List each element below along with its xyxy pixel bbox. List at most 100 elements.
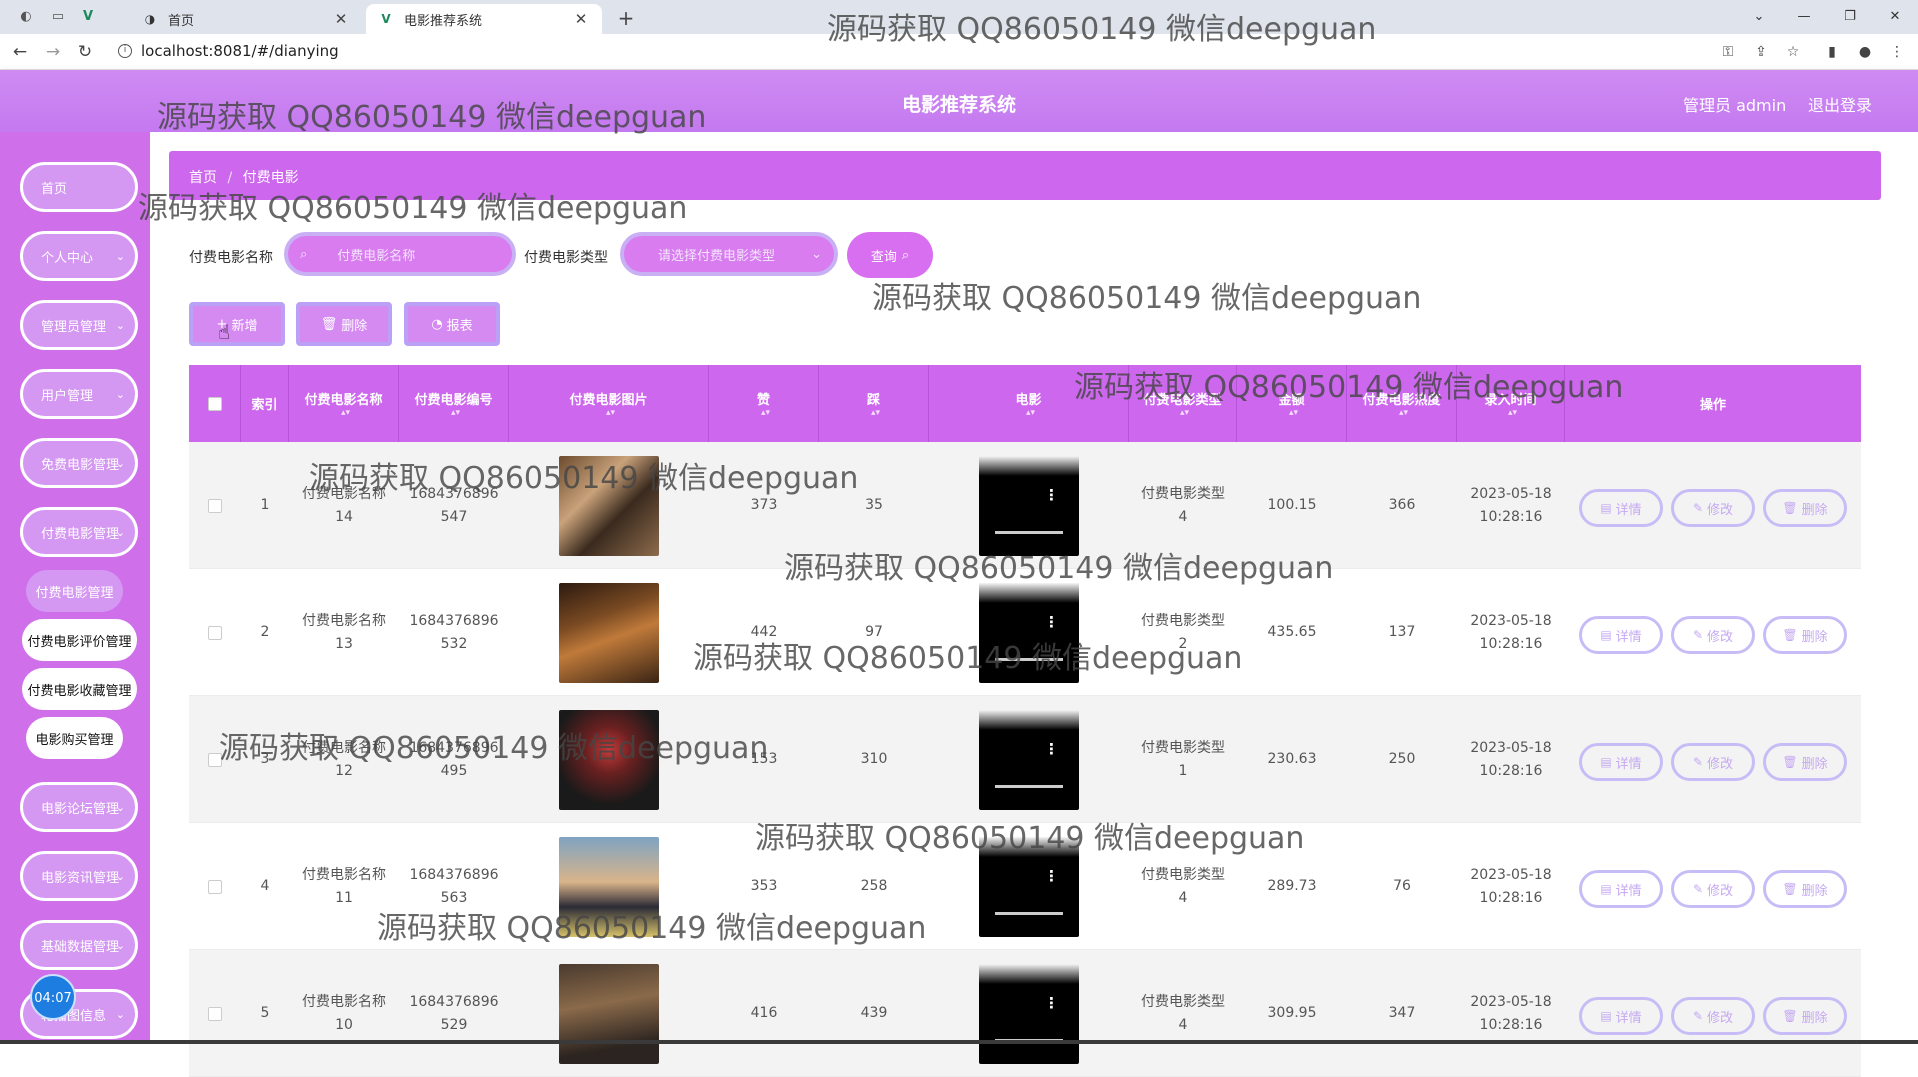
sort-icon[interactable]: ▴▾ [761,408,770,418]
more-options-icon[interactable]: ⋮ [1044,865,1059,888]
submenu-paid-movie-manage[interactable]: 付费电影管理 [26,570,123,612]
edit-button[interactable]: ✎ 修改 [1671,489,1755,527]
video-player[interactable]: ⋮ [979,963,1079,1064]
submenu-paid-movie-review[interactable]: 付费电影评价管理 [22,619,137,661]
row-checkbox-cell[interactable] [189,569,241,696]
delete-button[interactable]: 🗑 删除 [1763,743,1847,781]
edit-button[interactable]: ✎ 修改 [1671,616,1755,654]
column-header-name[interactable]: 付费电影名称 ▴▾ [289,365,399,442]
sort-icon[interactable]: ▴▾ [451,408,460,418]
report-button[interactable]: ◔ 报表 [404,302,500,346]
detail-button[interactable]: ▤ 详情 [1579,743,1663,781]
column-header-code[interactable]: 付费电影编号 ▴▾ [399,365,509,442]
detail-button[interactable]: ▤ 详情 [1579,870,1663,908]
browser-tab-home[interactable]: ◑ 首页 ✕ [130,4,362,34]
submenu-movie-purchase[interactable]: 电影购买管理 [26,717,123,759]
reload-icon[interactable]: ↻ [74,41,96,63]
sort-icon[interactable]: ▴▾ [1508,408,1517,418]
delete-button[interactable]: 🗑 删除 [1763,870,1847,908]
sort-icon[interactable]: ▴▾ [871,408,880,418]
sidebar-item-users[interactable]: 用户管理 ⌄ [20,369,138,419]
video-player[interactable]: ⋮ [979,455,1079,556]
menu-icon[interactable]: ⋮ [1887,42,1907,62]
column-header-time[interactable]: 录入时间 ▴▾ [1457,365,1565,442]
share-icon[interactable]: ⇪ [1751,42,1771,62]
new-tab-button[interactable]: + [614,6,638,30]
star-icon[interactable]: ☆ [1783,42,1803,62]
sidebar-item-forum[interactable]: 电影论坛管理 ⌄ [20,782,138,832]
row-checkbox-cell[interactable] [189,696,241,823]
sidebar-item-paid-movies[interactable]: 付费电影管理 ⌄ [20,507,138,557]
sort-icon[interactable]: ▴▾ [1289,408,1298,418]
column-header-price[interactable]: 金额 ▴▾ [1237,365,1347,442]
sort-icon[interactable]: ▴▾ [1399,408,1408,418]
column-header-clicks[interactable]: 付费电影热度 ▴▾ [1347,365,1457,442]
detail-button[interactable]: ▤ 详情 [1579,616,1663,654]
row-checkbox-cell[interactable] [189,442,241,569]
row-checkbox-cell[interactable] [189,950,241,1077]
logout-link[interactable]: 退出登录 [1808,92,1872,116]
edit-button[interactable]: ✎ 修改 [1671,743,1755,781]
url-field[interactable]: localhost:8081/#/dianying [141,42,339,60]
submenu-paid-movie-favorite[interactable]: 付费电影收藏管理 [22,668,137,710]
sort-icon[interactable]: ▴▾ [606,408,615,418]
tab-list-icon[interactable]: ⌄ [1747,6,1771,28]
video-progress-bar[interactable] [995,657,1063,661]
sidebar-item-news[interactable]: 电影资讯管理 ⌄ [20,851,138,901]
batch-delete-button[interactable]: 🗑 删除 [296,302,392,346]
row-checkbox[interactable] [208,498,222,513]
pinned-tab-icon[interactable]: ▭ [48,7,68,27]
column-header-checkbox[interactable] [189,365,241,442]
video-player[interactable]: ⋮ [979,582,1079,683]
more-options-icon[interactable]: ⋮ [1044,484,1059,507]
video-progress-bar[interactable] [995,911,1063,915]
sort-icon[interactable]: ▴▾ [1180,408,1189,418]
profile-icon[interactable]: ● [1855,42,1875,62]
row-checkbox[interactable] [208,1006,222,1021]
column-header-cai[interactable]: 踩 ▴▾ [819,365,929,442]
vue-tab-icon[interactable]: V [78,7,98,27]
forward-icon[interactable]: → [42,41,64,63]
column-header-video[interactable]: 电影 ▴▾ [929,365,1129,442]
restore-button[interactable]: ❐ [1838,6,1862,28]
sidebar-item-profile[interactable]: 个人中心 ⌄ [20,231,138,281]
row-checkbox[interactable] [208,879,222,894]
browser-tab-movie[interactable]: V 电影推荐系统 ✕ [366,4,602,34]
key-icon[interactable]: ⚿ [1718,42,1738,62]
sort-icon[interactable]: ▴▾ [1026,408,1035,418]
close-icon[interactable]: ✕ [332,10,350,28]
back-icon[interactable]: ← [9,41,31,63]
video-player[interactable]: ⋮ [979,709,1079,810]
add-button[interactable]: + 新增 [189,302,285,346]
more-options-icon[interactable]: ⋮ [1044,611,1059,634]
sidebar-item-free-movies[interactable]: 免费电影管理 ⌄ [20,438,138,488]
site-info-icon[interactable]: i [118,44,132,58]
delete-button[interactable]: 🗑 删除 [1763,616,1847,654]
edit-button[interactable]: ✎ 修改 [1671,997,1755,1035]
pinned-tab-icon[interactable]: ◐ [16,7,36,27]
minimize-button[interactable]: — [1792,6,1816,28]
sidepanel-icon[interactable]: ▮ [1822,42,1842,62]
delete-button[interactable]: 🗑 删除 [1763,489,1847,527]
recording-timer-badge[interactable]: 04:07 [30,974,76,1020]
name-search-input[interactable]: ⌕ 付费电影名称 [284,232,516,276]
row-checkbox[interactable] [208,752,222,767]
sidebar-item-basic-data[interactable]: 基础数据管理 ⌄ [20,920,138,970]
detail-button[interactable]: ▤ 详情 [1579,489,1663,527]
close-window-button[interactable]: ✕ [1883,6,1907,28]
sort-icon[interactable]: ▴▾ [341,408,350,418]
delete-button[interactable]: 🗑 删除 [1763,997,1847,1035]
close-icon[interactable]: ✕ [572,10,590,28]
detail-button[interactable]: ▤ 详情 [1579,997,1663,1035]
type-select[interactable]: 请选择付费电影类型 ⌄ [620,232,838,276]
column-header-zan[interactable]: 赞 ▴▾ [709,365,819,442]
video-progress-bar[interactable] [995,784,1063,788]
row-checkbox[interactable] [208,625,222,640]
column-header-photo[interactable]: 付费电影图片 ▴▾ [509,365,709,442]
more-options-icon[interactable]: ⋮ [1044,738,1059,761]
column-header-type[interactable]: 付费电影类型 ▴▾ [1129,365,1237,442]
query-button[interactable]: 查询 ⌕ [847,232,933,278]
more-options-icon[interactable]: ⋮ [1044,992,1059,1015]
video-progress-bar[interactable] [995,530,1063,534]
sidebar-item-home[interactable]: 首页 [20,162,138,212]
